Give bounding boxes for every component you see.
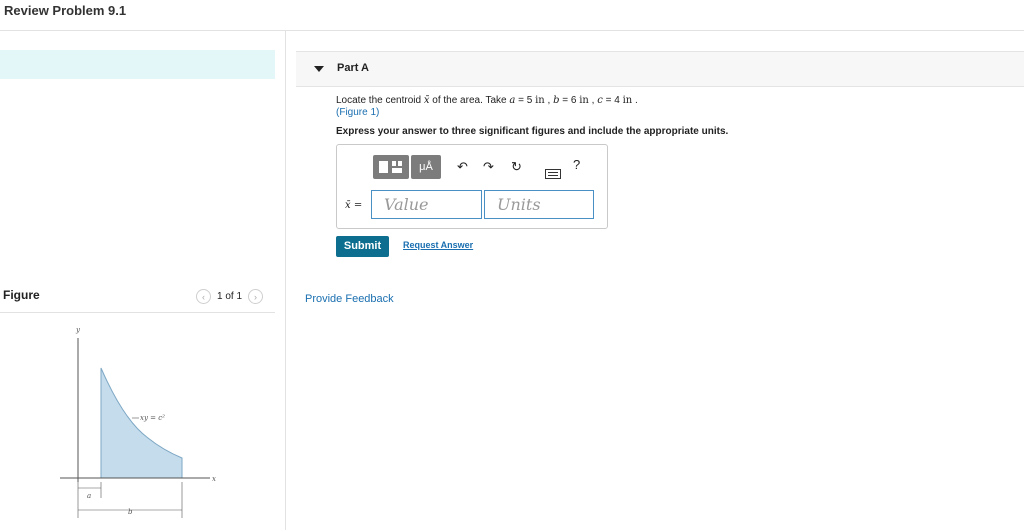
pager-count: 1 of 1 xyxy=(217,291,243,302)
keyboard-icon[interactable] xyxy=(545,167,561,182)
dim-a-label: a xyxy=(87,492,91,500)
help-icon[interactable]: ? xyxy=(573,157,580,172)
undo-icon[interactable]: ↶ xyxy=(457,159,468,175)
figure-title: Figure xyxy=(3,288,40,302)
page-title: Review Problem 9.1 xyxy=(4,3,127,18)
shaded-area xyxy=(100,367,183,479)
value-input[interactable]: Value xyxy=(371,190,482,219)
dim-b-label: b xyxy=(128,508,133,516)
templates-icon xyxy=(379,161,402,173)
curve-label: xy = c² xyxy=(140,414,165,422)
templates-button[interactable] xyxy=(373,155,409,179)
answer-variable-label: x̄ = xyxy=(345,200,363,211)
column-divider xyxy=(285,30,286,530)
figure-diagram: y x xy = c² a b xyxy=(60,326,216,518)
provide-feedback-link[interactable]: Provide Feedback xyxy=(305,293,394,305)
part-a-header[interactable]: Part A xyxy=(296,51,1024,87)
figure-pager: ‹ 1 of 1 › xyxy=(196,289,264,304)
figure-link[interactable]: (Figure 1) xyxy=(336,107,379,118)
units-input[interactable]: Units xyxy=(484,190,594,219)
question-text: Locate the centroid x̄ of the area. Take… xyxy=(336,95,638,106)
chevron-left-icon[interactable]: ‹ xyxy=(196,289,211,304)
redo-icon[interactable]: ↷ xyxy=(483,159,494,175)
y-axis-label: y xyxy=(75,326,81,334)
left-panel-banner xyxy=(0,50,275,79)
request-answer-link[interactable]: Request Answer xyxy=(403,240,473,250)
submit-button[interactable]: Submit xyxy=(336,236,389,257)
figure-divider xyxy=(0,312,275,313)
reset-icon[interactable]: ↻ xyxy=(511,159,522,175)
collapse-caret-icon[interactable] xyxy=(314,66,324,72)
header-divider xyxy=(0,30,1024,31)
instructions-text: Express your answer to three significant… xyxy=(336,126,729,137)
x-axis-label: x xyxy=(212,475,216,483)
answer-box: μÅ ↶ ↷ ↻ ? x̄ = Value Units xyxy=(336,144,608,229)
part-label: Part A xyxy=(337,62,369,74)
units-button[interactable]: μÅ xyxy=(411,155,441,179)
chevron-right-icon[interactable]: › xyxy=(248,289,264,304)
units-label: μÅ xyxy=(419,161,433,173)
